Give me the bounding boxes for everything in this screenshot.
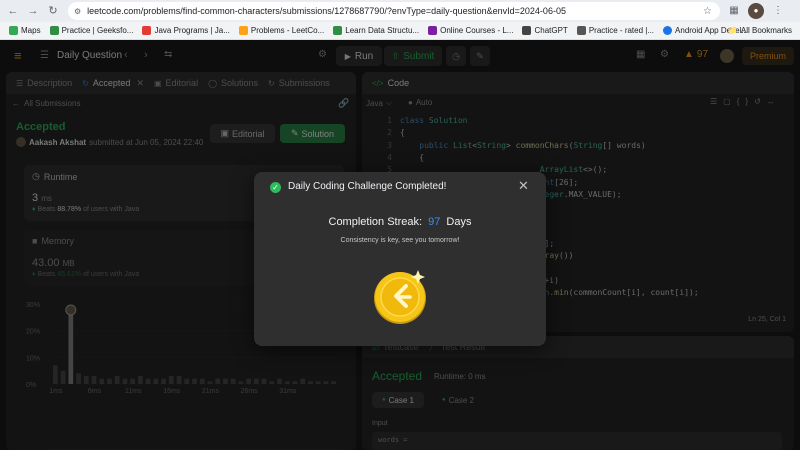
streak-unit: Days [446,216,472,228]
bookmarks-bar: Maps Practice | Geeksfo... Java Programs… [0,22,800,40]
url-text: leetcode.com/problems/find-common-charac… [87,6,566,16]
bookmark-item[interactable]: Practice | Geeksfo... [49,26,133,35]
completion-modal: ✓ Daily Coding Challenge Completed! ✕ Co… [254,172,546,346]
bookmark-item[interactable]: Learn Data Structu... [333,26,419,35]
bookmark-item[interactable]: Problems - LeetCo... [238,26,324,35]
bookmark-item[interactable]: Online Courses - L... [428,26,513,35]
bookmark-item[interactable]: Practice - rated |... [576,26,654,35]
check-circle-icon: ✓ [270,182,281,193]
modal-message: Consistency is key, see you tomorrow! [340,237,460,244]
folder-icon: 📁 [727,26,738,35]
menu-icon[interactable]: ⋮ [770,3,786,19]
site-info-icon[interactable]: ⚙ [74,7,81,16]
profile-avatar[interactable]: ● [748,3,764,19]
streak-label: Completion Streak: [328,216,423,228]
streak-value: 97 [428,216,441,228]
coin-badge-icon [374,270,426,324]
bookmark-item[interactable]: Java Programs | Ja... [142,26,230,35]
back-icon[interactable]: ← [6,4,20,18]
bookmark-star-icon[interactable]: ☆ [703,6,712,17]
bookmark-item[interactable]: ChatGPT [522,26,568,35]
bookmark-item[interactable]: Maps [9,26,41,35]
browser-toolbar: ← → ↻ ⚙ leetcode.com/problems/find-commo… [0,0,800,22]
address-bar[interactable]: ⚙ leetcode.com/problems/find-common-char… [68,2,720,20]
forward-icon[interactable]: → [26,4,40,18]
close-icon[interactable]: ✕ [518,178,529,194]
all-bookmarks[interactable]: 📁 All Bookmarks [728,26,792,35]
modal-title: Daily Coding Challenge Completed! [288,181,447,192]
extensions-icon[interactable]: ▦ [726,3,742,19]
reload-icon[interactable]: ↻ [46,4,60,18]
streak-line: Completion Streak: 97 Days [254,216,546,228]
